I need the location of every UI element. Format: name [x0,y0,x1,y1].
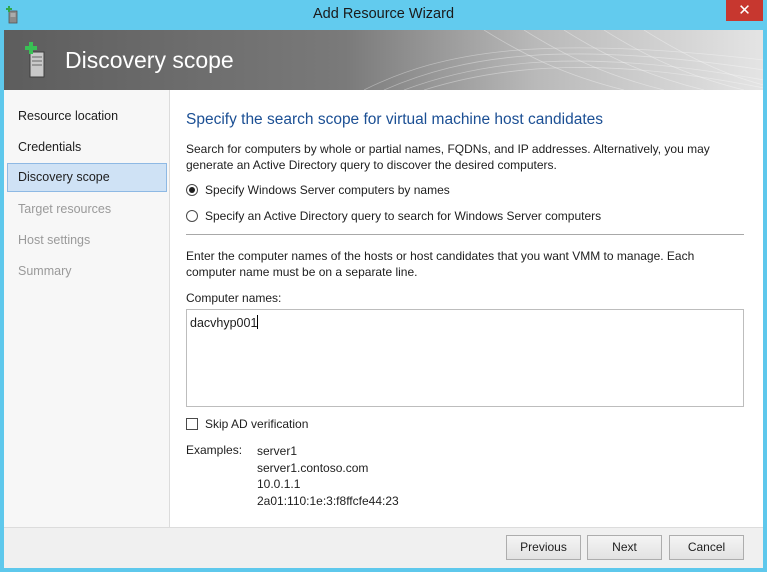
computer-names-input[interactable]: dacvhyp001 [186,309,744,407]
example-item: 10.0.1.1 [257,477,301,491]
window-title: Add Resource Wizard [312,6,455,22]
radio-label: Specify Windows Server computers by name… [205,183,450,197]
intro-line: Search for computers by whole or partial… [186,142,710,156]
wizard-steps-nav: Resource location Credentials Discovery … [4,90,170,527]
instructions-text: Enter the computer names of the hosts or… [186,248,746,280]
skip-ad-verification-checkbox[interactable]: Skip AD verification [186,416,308,432]
computer-names-value: dacvhyp001 [190,316,258,330]
divider [186,234,744,235]
close-button[interactable]: ✕ [726,0,763,21]
main-panel: Specify the search scope for virtual mac… [170,90,763,527]
radio-specify-by-names[interactable]: Specify Windows Server computers by name… [186,182,450,198]
radio-label: Specify an Active Directory query to sea… [205,209,602,223]
previous-button[interactable]: Previous [506,535,581,560]
intro-text: Search for computers by whole or partial… [186,141,746,173]
examples-label: Examples: [186,443,243,457]
sidebar-item-host-settings: Host settings [18,233,91,247]
sidebar-item-credentials[interactable]: Credentials [7,133,167,162]
sidebar-item-discovery-scope[interactable]: Discovery scope [7,163,167,192]
section-heading: Specify the search scope for virtual mac… [186,111,604,128]
intro-line: generate an Active Directory query to di… [186,158,557,172]
sidebar-item-target-resources: Target resources [18,202,112,216]
title-bar[interactable]: Add Resource Wizard ✕ [0,0,767,30]
next-button[interactable]: Next [587,535,662,560]
example-item: server1.contoso.com [257,460,369,475]
page-banner: Discovery scope [4,30,763,90]
computer-names-label: Computer names: [186,291,282,305]
wizard-window: Add Resource Wizard ✕ Discovery scope Re… [0,0,767,572]
checkbox-box[interactable] [186,418,198,430]
server-add-icon [25,42,45,78]
text-caret [257,315,259,329]
page-title: Discovery scope [65,47,234,73]
banner-wave-graphic [364,30,763,90]
radio-specify-ad-query[interactable]: Specify an Active Directory query to sea… [186,208,601,224]
example-item: 2a01:110:1e:3:f8ffcfe44:23 [257,493,399,508]
wizard-body: Discovery scope Resource location Creden… [4,30,763,568]
radio-button-selected[interactable] [186,184,198,196]
sidebar-item-summary: Summary [18,264,72,278]
checkbox-label: Skip AD verification [205,417,309,431]
cancel-button[interactable]: Cancel [669,535,744,560]
example-item: server1 [257,444,298,458]
examples-list: server1 server1.contoso.com 10.0.1.1 2a0… [257,443,399,509]
instructions-line: computer name must be on a separate line… [186,265,418,279]
button-bar: Previous Next Cancel [4,527,763,568]
radio-button[interactable] [186,210,198,222]
instructions-line: Enter the computer names of the hosts or… [186,249,695,263]
sidebar-item-resource-location[interactable]: Resource location [7,102,167,131]
